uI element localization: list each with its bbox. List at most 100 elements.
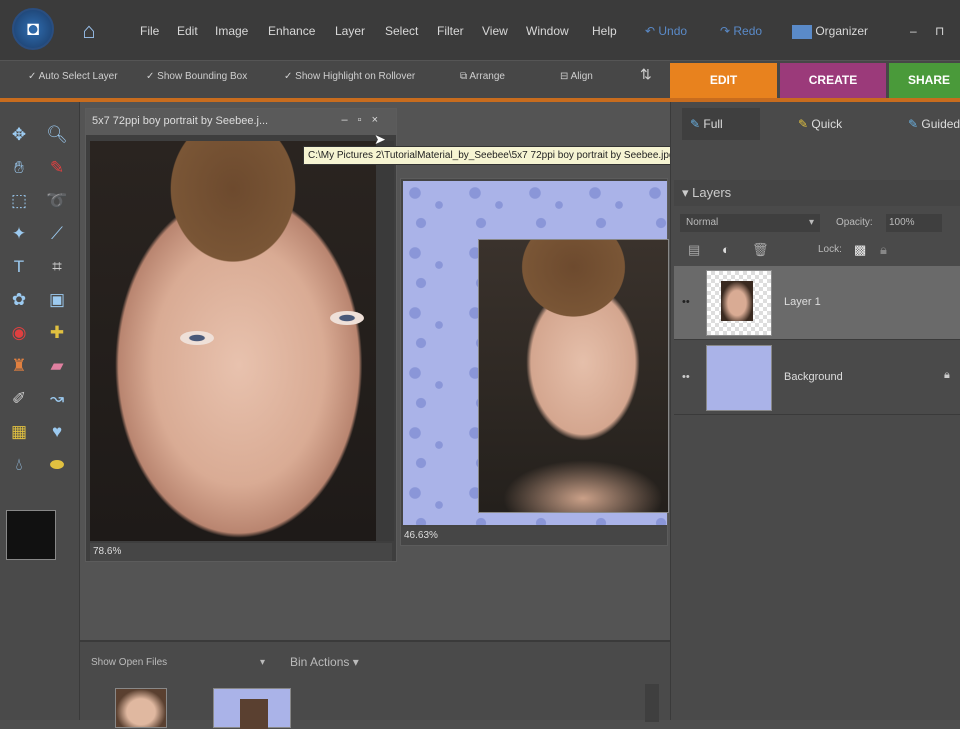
align-label: Align — [570, 71, 593, 82]
blue-pattern-image[interactable] — [403, 181, 669, 525]
tab-create[interactable]: CREATE — [780, 63, 886, 98]
bin-thumbnail-portrait[interactable] — [115, 688, 167, 728]
smart-brush-icon[interactable]: ↝ — [44, 386, 70, 412]
document-title-bar[interactable]: 5x7 72ppi boy portrait by Seebee.j... –▫… — [86, 109, 396, 135]
crop-tool-icon[interactable]: ⌗ — [44, 254, 70, 280]
full-edit-icon: ✎ — [690, 117, 704, 131]
lock-all-icon[interactable]: 🔒︎ — [880, 242, 887, 258]
layer-row-layer-1[interactable]: •• Layer 1 — [674, 266, 960, 340]
tab-guided[interactable]: ✎ Guided — [900, 108, 960, 140]
eyedropper-icon[interactable]: ✎ — [44, 155, 70, 181]
mouse-cursor-icon: ➤ — [374, 131, 386, 147]
menu-help[interactable]: Help — [592, 24, 617, 38]
lock-transparency-icon[interactable]: ▩ — [854, 242, 866, 258]
tab-full[interactable]: ✎ Full — [682, 108, 760, 140]
show-bounding-box-checkbox[interactable]: ✓ Show Bounding Box — [146, 71, 247, 82]
blend-mode-dropdown[interactable]: Normal ▾ — [680, 214, 820, 232]
lock-label: Lock: — [818, 244, 842, 255]
status-bar-2: 46.63% — [401, 527, 667, 545]
clone-stamp-icon[interactable]: ♜ — [6, 353, 32, 379]
undo-button[interactable]: ↶ Undo — [645, 24, 687, 38]
type-tool-icon[interactable]: T — [6, 254, 32, 280]
auto-select-label: Auto Select Layer — [38, 71, 118, 82]
auto-select-layer-checkbox[interactable]: ✓ Auto Select Layer — [28, 71, 118, 82]
layer-row-background[interactable]: •• Background 🔒︎ — [674, 341, 960, 415]
organizer-label: Organizer — [815, 24, 869, 38]
brush-tool-icon[interactable]: ✐ — [6, 386, 32, 412]
layer-thumbnail — [706, 270, 772, 336]
zoom-level: 78.6% — [93, 546, 122, 557]
align-button[interactable]: ⊟ Align — [560, 71, 593, 82]
zoom-tool-icon[interactable]: 🔍︎ — [44, 122, 70, 148]
menu-file[interactable]: File — [140, 24, 159, 38]
custom-shape-icon[interactable]: ♥ — [44, 419, 70, 445]
opacity-field[interactable]: 100% — [886, 214, 942, 232]
blur-tool-icon[interactable]: 💧︎ — [6, 452, 32, 478]
pasted-portrait-layer[interactable] — [478, 239, 669, 513]
app-logo-icon[interactable]: ◘ — [12, 8, 54, 50]
guided-label: Guided — [921, 117, 960, 131]
maximize-button[interactable]: ⊓ — [935, 24, 944, 38]
adjustment-layer-icon[interactable]: ◐ — [722, 242, 730, 257]
document-window-portrait[interactable]: 5x7 72ppi boy portrait by Seebee.j... –▫… — [85, 108, 397, 562]
vertical-scrollbar[interactable] — [376, 141, 394, 541]
visibility-eye-icon[interactable]: •• — [682, 296, 690, 308]
eye-right — [330, 311, 364, 325]
lasso-tool-icon[interactable]: ➰ — [44, 188, 70, 214]
organizer-button[interactable]: Organizer — [792, 24, 868, 39]
layers-panel-header[interactable]: ▾ Layers — [674, 180, 960, 206]
visibility-eye-icon[interactable]: •• — [682, 371, 690, 383]
sponge-tool-icon[interactable]: ⬬ — [44, 452, 70, 478]
menu-edit[interactable]: Edit — [177, 24, 198, 38]
menu-layer[interactable]: Layer — [335, 24, 365, 38]
menu-filter[interactable]: Filter — [437, 24, 464, 38]
menu-enhance[interactable]: Enhance — [268, 24, 315, 38]
document-window-background[interactable]: 46.63% — [400, 178, 669, 546]
tab-quick[interactable]: ✎ Quick — [790, 108, 842, 140]
organizer-icon — [792, 24, 812, 39]
move-tool-icon[interactable]: ✥ — [6, 122, 32, 148]
restore-doc-icon[interactable]: ▫ — [358, 114, 372, 126]
portrait-image[interactable] — [90, 141, 376, 541]
menu-image[interactable]: Image — [215, 24, 248, 38]
cookie-cutter-icon[interactable]: ✿ — [6, 287, 32, 313]
layers-title: Layers — [692, 185, 732, 200]
highlight-label: Show Highlight on Rollover — [295, 71, 416, 82]
layer-thumbnail — [706, 345, 772, 411]
menu-select[interactable]: Select — [385, 24, 418, 38]
bin-thumbnail-background[interactable] — [213, 688, 291, 729]
hand-tool-icon[interactable]: ✋︎ — [6, 155, 32, 181]
distribute-icon[interactable]: ⇅ — [640, 66, 652, 83]
redo-button[interactable]: ↷ Redo — [720, 24, 762, 38]
foreground-color-swatch[interactable] — [6, 510, 56, 560]
eraser-icon[interactable]: ▰ — [44, 353, 70, 379]
paint-bucket-icon[interactable]: ▦ — [6, 419, 32, 445]
bin-actions-label: Bin Actions — [290, 655, 350, 669]
minimize-button[interactable]: – — [910, 24, 917, 38]
show-open-files-dropdown[interactable]: Show Open Files ▾ — [88, 654, 268, 672]
delete-layer-icon[interactable]: 🗑︎ — [752, 242, 769, 258]
close-doc-icon[interactable]: × — [372, 114, 388, 126]
new-layer-icon[interactable]: ▤ — [688, 242, 700, 258]
minimize-doc-icon[interactable]: – — [342, 114, 358, 126]
menu-window[interactable]: Window — [526, 24, 569, 38]
status-bar: 78.6% — [90, 543, 392, 561]
selection-brush-icon[interactable]: ⟋ — [44, 221, 70, 247]
tab-share[interactable]: SHARE — [889, 63, 960, 98]
home-icon[interactable]: ⌂ — [76, 18, 102, 44]
straighten-tool-icon[interactable]: ▣ — [44, 287, 70, 313]
tab-edit[interactable]: EDIT — [670, 63, 777, 98]
zoom-level-2: 46.63% — [404, 530, 438, 541]
menu-view[interactable]: View — [482, 24, 508, 38]
bin-scrollbar[interactable] — [645, 684, 659, 722]
arrange-button[interactable]: ⧉ Arrange — [460, 71, 505, 82]
red-eye-icon[interactable]: ◉ — [6, 320, 32, 346]
magic-wand-icon[interactable]: ✦ — [6, 221, 32, 247]
bin-actions-menu[interactable]: Bin Actions ▾ — [290, 655, 359, 669]
healing-brush-icon[interactable]: ✚ — [44, 320, 70, 346]
opacity-label: Opacity: — [836, 217, 873, 228]
marquee-tool-icon[interactable]: ⬚ — [6, 188, 32, 214]
undo-icon: ↶ — [645, 24, 659, 38]
redo-icon: ↷ — [720, 24, 734, 38]
show-highlight-checkbox[interactable]: ✓ Show Highlight on Rollover — [284, 71, 415, 82]
